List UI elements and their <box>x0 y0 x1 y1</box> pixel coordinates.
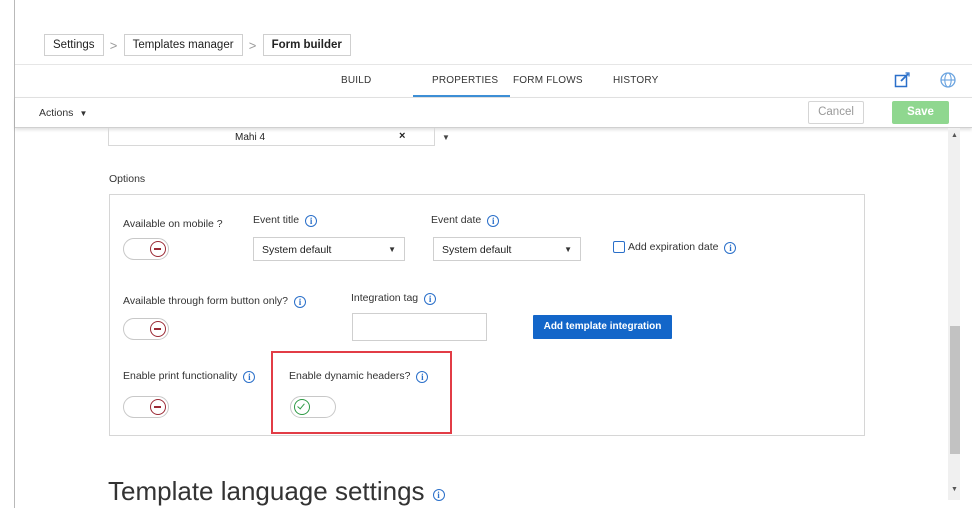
event-title-text: Event title <box>253 214 300 226</box>
info-icon[interactable]: i <box>294 296 306 308</box>
language-select[interactable]: Mahi 4 × <box>108 128 435 146</box>
scrollbar-thumb[interactable] <box>950 326 960 454</box>
caret-down-icon: ▼ <box>388 245 396 254</box>
breadcrumb-settings[interactable]: Settings <box>44 34 104 56</box>
event-title-value: System default <box>262 244 332 256</box>
toggle-off-icon <box>150 399 166 415</box>
integration-tag-input[interactable] <box>352 313 487 341</box>
info-icon[interactable]: i <box>487 215 500 227</box>
info-icon[interactable]: i <box>305 215 318 227</box>
edit-icon[interactable] <box>893 71 911 89</box>
tab-build[interactable]: BUILD <box>341 75 371 86</box>
integration-tag-text: Integration tag <box>351 292 419 304</box>
add-expiration-date-checkbox[interactable] <box>613 241 625 253</box>
app-window: Settings > Templates manager > Form buil… <box>0 0 972 508</box>
options-heading: Options <box>109 173 146 185</box>
print-functionality-label: Enable print functionality i <box>123 370 256 383</box>
event-date-value: System default <box>442 244 512 256</box>
scroll-down-icon[interactable]: ▼ <box>951 486 958 493</box>
add-expiration-date-text: Add expiration date <box>628 241 719 253</box>
toggle-off-icon <box>150 321 166 337</box>
actions-dropdown[interactable]: Actions ▼ <box>39 107 87 119</box>
actions-label: Actions <box>39 107 74 119</box>
add-expiration-date-label: Add expiration date i <box>628 241 737 254</box>
form-button-only-text: Available through form button only? <box>123 295 288 307</box>
integration-tag-label: Integration tag i <box>351 292 437 305</box>
toggle-off-icon <box>150 241 166 257</box>
print-functionality-toggle[interactable] <box>123 396 169 418</box>
breadcrumb: Settings > Templates manager > Form buil… <box>44 34 351 56</box>
print-functionality-text: Enable print functionality <box>123 370 238 382</box>
form-button-only-toggle[interactable] <box>123 318 169 340</box>
info-icon[interactable]: i <box>424 293 437 305</box>
tab-properties[interactable]: PROPERTIES <box>432 75 498 86</box>
event-title-select[interactable]: System default ▼ <box>253 237 405 261</box>
actions-toolbar: Actions ▼ Cancel Save <box>15 97 972 128</box>
event-date-label: Event date i <box>431 214 500 227</box>
available-on-mobile-label: Available on mobile ? <box>123 218 223 230</box>
info-icon[interactable]: i <box>243 371 256 383</box>
form-button-only-label: Available through form button only? i <box>123 295 306 308</box>
breadcrumb-form-builder: Form builder <box>262 34 351 56</box>
tab-form-flows[interactable]: FORM FLOWS <box>513 75 583 86</box>
breadcrumb-templates-manager[interactable]: Templates manager <box>123 34 243 56</box>
caret-down-icon[interactable]: ▼ <box>442 133 450 142</box>
highlight-annotation <box>271 351 452 434</box>
event-title-label: Event title i <box>253 214 318 227</box>
options-panel: Available on mobile ? Event title i Syste… <box>109 194 865 436</box>
language-value: Mahi 4 <box>235 132 266 143</box>
info-icon[interactable]: i <box>432 489 445 501</box>
breadcrumb-separator: > <box>248 37 257 53</box>
caret-down-icon: ▼ <box>79 109 88 118</box>
language-select-row: Mahi 4 × ▼ <box>108 128 458 146</box>
info-icon[interactable]: i <box>724 242 737 254</box>
tab-bar: BUILD PROPERTIES FORM FLOWS HISTORY <box>15 64 972 97</box>
globe-icon[interactable] <box>939 71 957 89</box>
cancel-button[interactable]: Cancel <box>808 101 864 124</box>
clear-icon[interactable]: × <box>399 130 405 142</box>
tab-history[interactable]: HISTORY <box>613 75 659 86</box>
language-settings-title: Template language settings <box>108 476 425 506</box>
caret-down-icon: ▼ <box>564 245 572 254</box>
available-on-mobile-text: Available on mobile ? <box>123 218 223 230</box>
save-button[interactable]: Save <box>892 101 949 124</box>
event-date-text: Event date <box>431 214 482 226</box>
available-on-mobile-toggle[interactable] <box>123 238 169 260</box>
event-date-select[interactable]: System default ▼ <box>433 237 581 261</box>
add-template-integration-button[interactable]: Add template integration <box>533 315 672 339</box>
scroll-up-icon[interactable]: ▲ <box>951 132 958 139</box>
breadcrumb-separator: > <box>109 37 118 53</box>
language-settings-heading: Template language settings i <box>108 476 445 507</box>
